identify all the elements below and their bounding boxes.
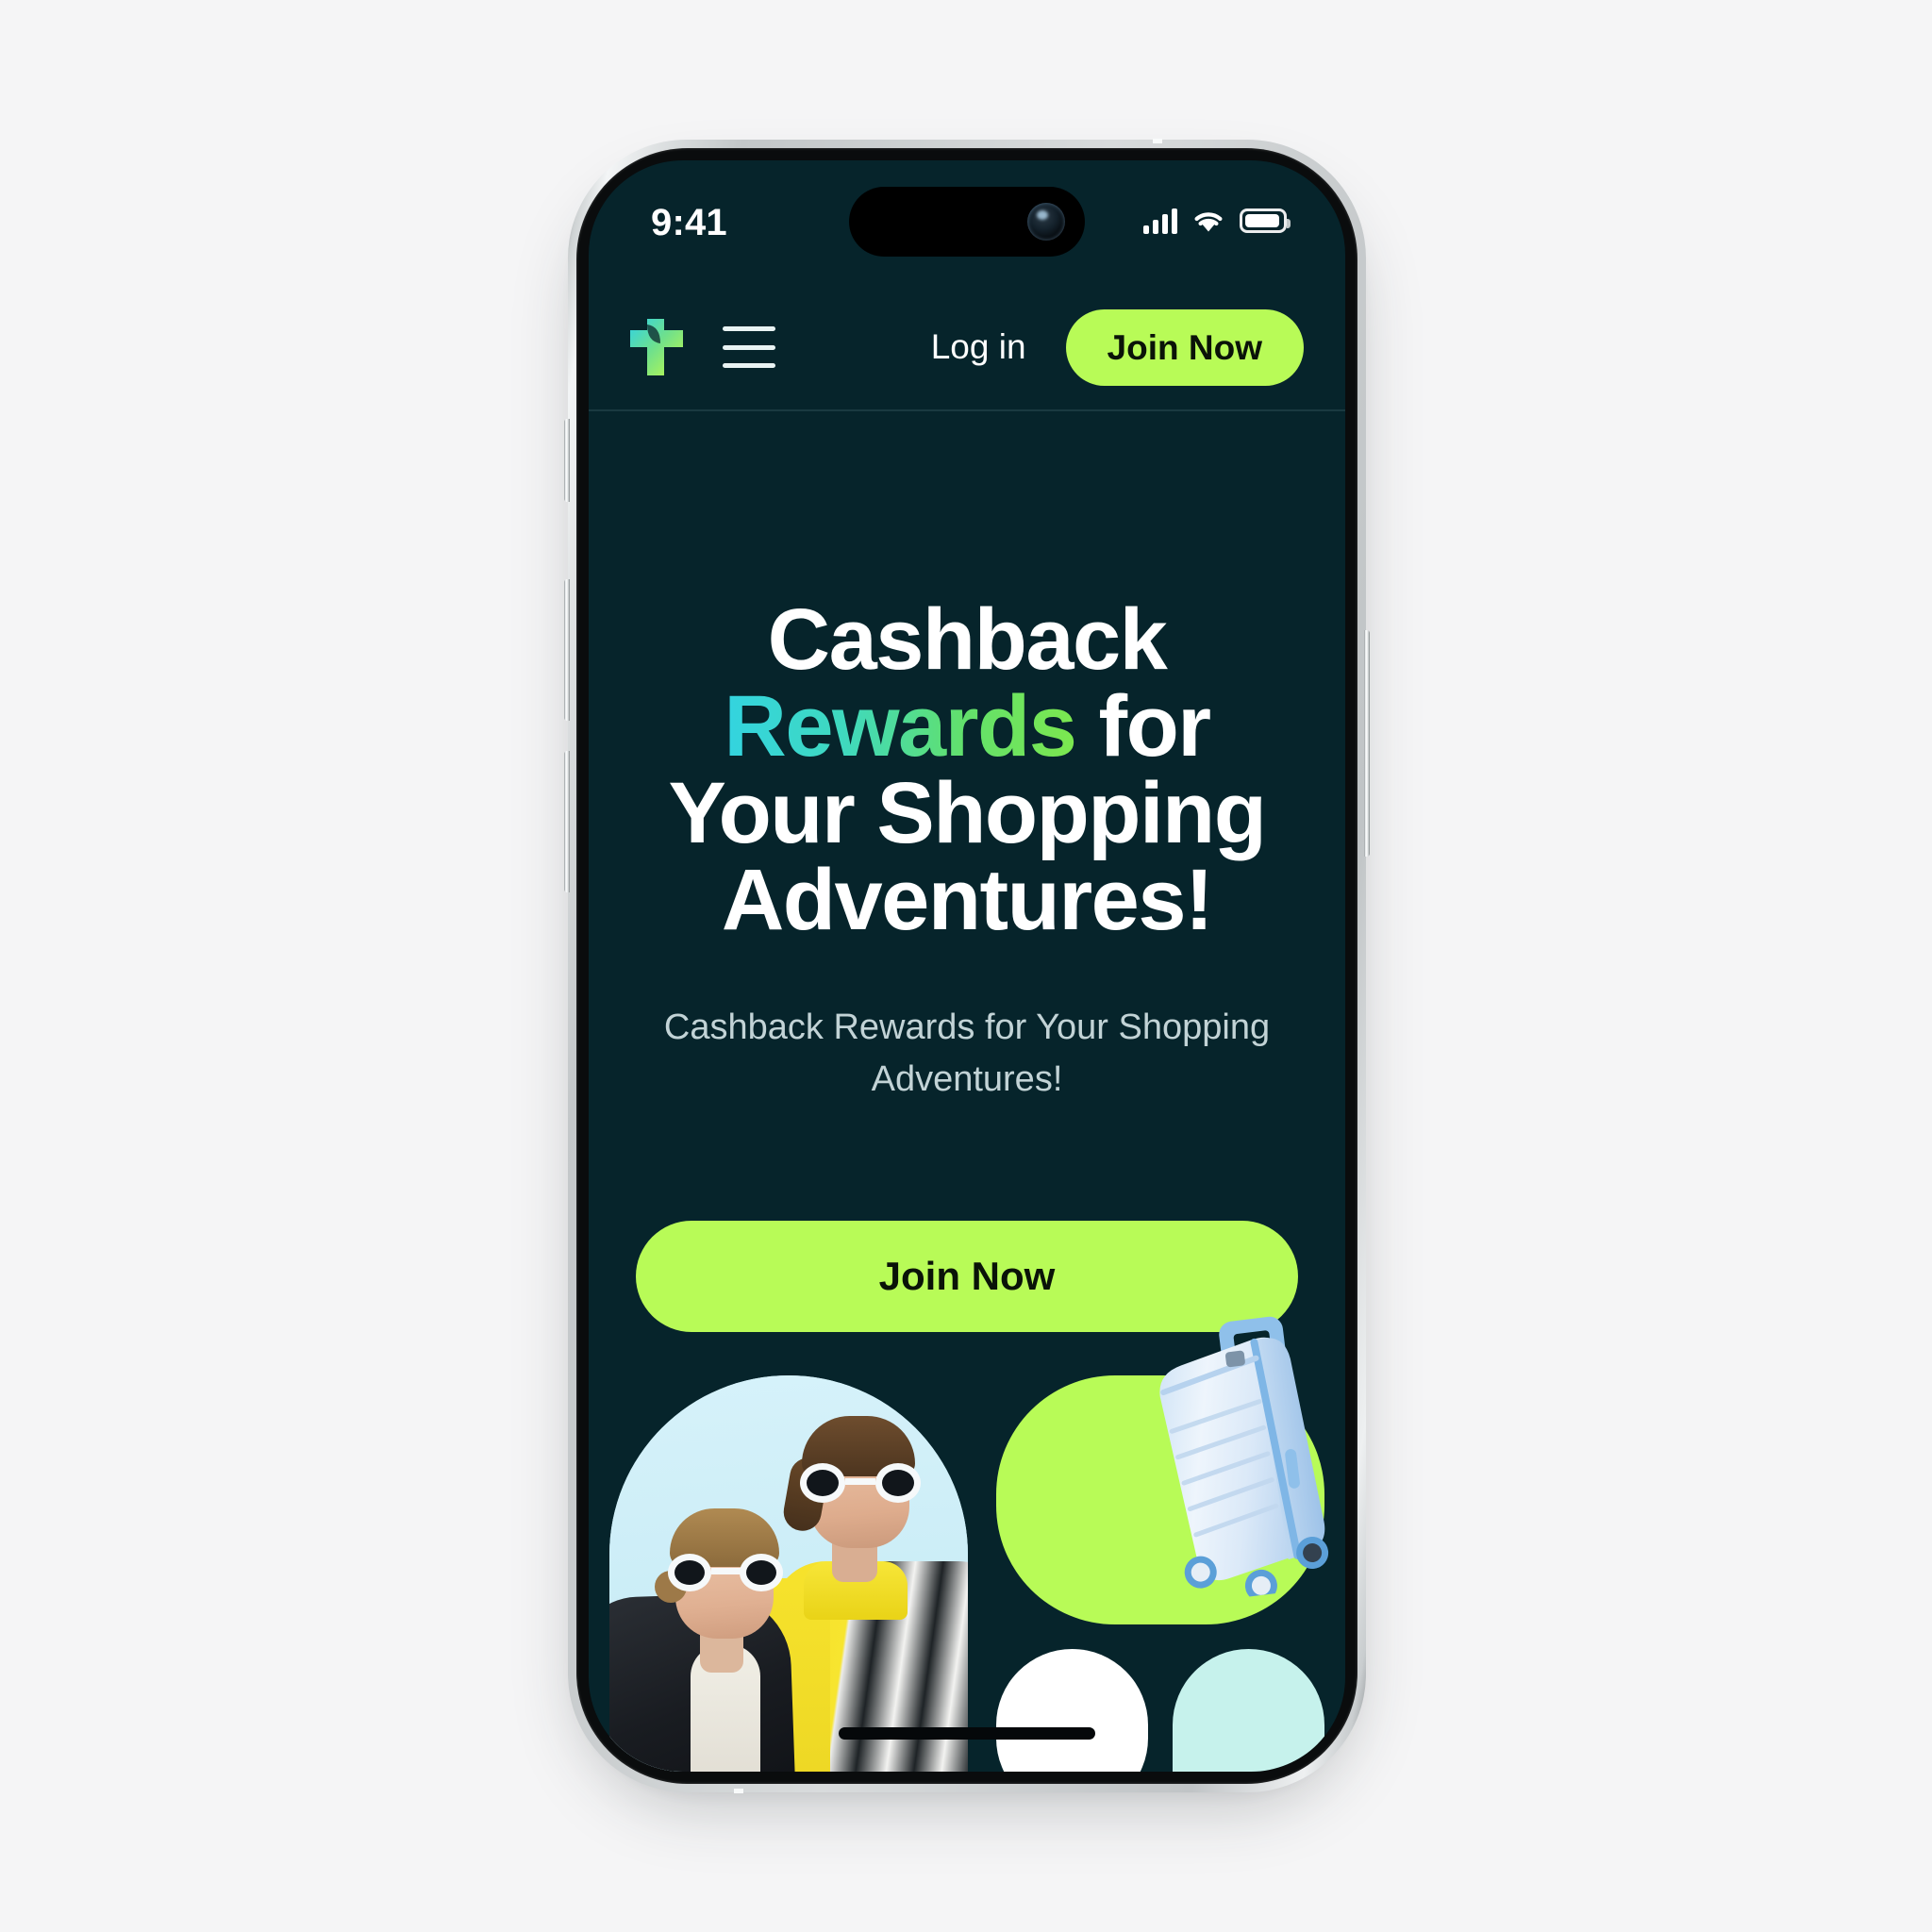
fashion-models-photo[interactable] [609,1375,968,1772]
antenna-band-top [1153,139,1162,143]
hamburger-menu-icon[interactable] [723,326,775,368]
header-join-now-button[interactable]: Join Now [1065,308,1304,386]
brand-plus-logo[interactable] [630,319,683,375]
phone-screen: 9:41 Log in Join Now Cashback Rewards fo… [589,160,1345,1772]
suitcase-icon [1159,1316,1329,1602]
hero-cta-wrapper: Join Now [632,1221,1302,1333]
model-b-sunglasses [800,1463,921,1503]
status-bar: 9:41 [589,160,1345,285]
gallery-section [589,1316,1345,1772]
gallery-left-column [609,1375,968,1772]
model-a-sunglasses [668,1554,783,1591]
cellular-bars-icon [1143,208,1177,234]
hero-join-now-button[interactable]: Join Now [636,1221,1298,1333]
gallery-right-column [996,1316,1329,1772]
hero-section: Cashback Rewards for Your Shopping Adven… [589,411,1345,1333]
headline-highlight: Rewards [724,678,1077,774]
power-button[interactable] [1364,630,1370,857]
hero-headline: Cashback Rewards for Your Shopping Adven… [632,596,1302,943]
login-link[interactable]: Log in [931,327,1026,367]
action-button[interactable] [564,419,570,502]
front-camera-icon [1027,203,1065,241]
gallery-bottom-row [996,1649,1324,1772]
volume-up-button[interactable] [564,579,570,721]
header-actions: Log in Join Now [931,308,1304,386]
status-time: 9:41 [651,202,727,243]
white-placeholder-tile[interactable] [996,1649,1148,1772]
app-header: Log in Join Now [589,285,1345,411]
hero-subtitle: Cashback Rewards for Your Shopping Adven… [663,1008,1271,1100]
dynamic-island [849,187,1085,257]
cyan-placeholder-tile[interactable] [1173,1649,1324,1772]
battery-full-icon [1240,208,1291,233]
wifi-icon [1194,212,1223,232]
status-icons-group [1143,202,1291,240]
phone-mockup: 9:41 Log in Join Now Cashback Rewards fo… [564,139,1370,1793]
home-indicator[interactable] [839,1727,1095,1740]
headline-part-1: Cashback [767,591,1168,688]
volume-down-button[interactable] [564,751,570,892]
suitcase-tile[interactable] [996,1316,1329,1624]
antenna-band-bottom [734,1789,743,1793]
